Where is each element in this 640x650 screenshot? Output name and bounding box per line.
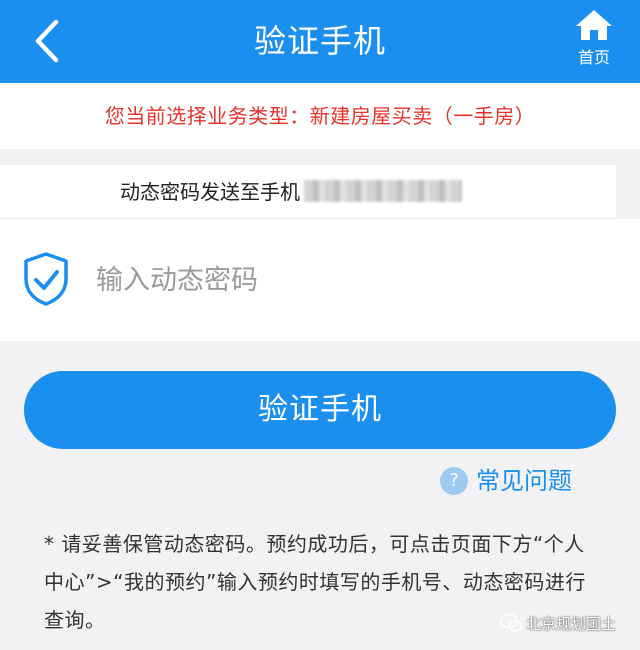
verification-code-input[interactable]	[96, 258, 596, 302]
shield-check-icon	[24, 252, 68, 306]
faq-label: 常见问题	[476, 467, 572, 495]
sent-to-label: 动态密码发送至手机	[120, 180, 300, 204]
wechat-icon	[500, 613, 522, 632]
watermark-text: 北京规划国土	[526, 615, 617, 633]
phone-number-redacted	[304, 180, 462, 202]
top-navigation-bar: 验证手机 首页	[0, 0, 640, 83]
page-title: 验证手机	[253, 22, 386, 60]
question-circle-icon: ?	[440, 467, 468, 495]
business-type-notice: 您当前选择业务类型：新建房屋买卖（一手房）	[0, 83, 640, 149]
sent-to-phone-row: 动态密码发送至手机	[0, 165, 616, 219]
home-button[interactable]: 首页	[568, 8, 620, 74]
home-label: 首页	[577, 48, 610, 67]
home-icon	[576, 10, 612, 40]
watermark: 北京规划国土	[500, 612, 616, 636]
business-type-text: 您当前选择业务类型：新建房屋买卖（一手房）	[104, 104, 536, 128]
verify-phone-button[interactable]: 验证手机	[24, 371, 616, 449]
